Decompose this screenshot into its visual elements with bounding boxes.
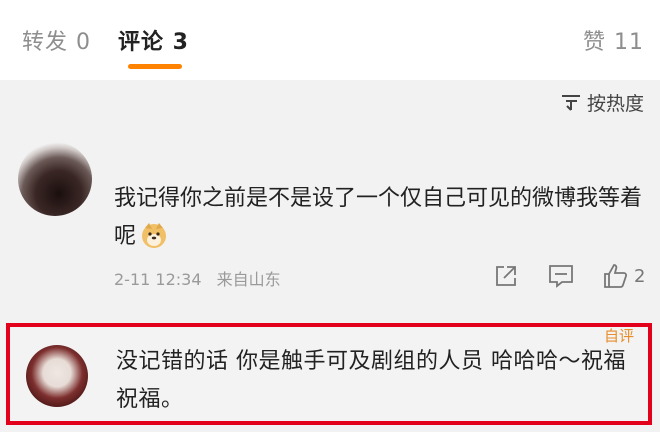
avatar[interactable]: [26, 345, 88, 407]
comment-tab-bar: 转发 0 评论 3 赞 11: [0, 0, 660, 80]
tab-comment[interactable]: 评论 3: [118, 24, 189, 56]
comment-meta: 2-11 12:34 来自山东: [114, 266, 281, 290]
comment-text: 没记错的话 你是触手可及剧组的人员 哈哈哈～祝福祝福。: [116, 349, 626, 412]
share-button[interactable]: [494, 262, 518, 290]
thumbs-up-icon: [604, 264, 628, 288]
comment-time: 2-11 12:34: [114, 270, 202, 289]
sort-label: 按热度: [586, 92, 644, 115]
sort-by-hot-button[interactable]: 按热度: [561, 88, 644, 116]
comment-text: 我记得你之前是不是设了一个仅自己可见的微博我等着呢: [114, 186, 643, 249]
tab-like[interactable]: 赞 11: [583, 24, 644, 56]
active-tab-indicator: [128, 64, 182, 69]
like-count: 2: [634, 265, 646, 287]
like-button[interactable]: 2: [602, 262, 645, 290]
reply-button[interactable]: [548, 262, 574, 290]
doge-emoji-icon: [142, 223, 167, 248]
sort-icon: [561, 95, 580, 111]
tab-repost[interactable]: 转发 0: [22, 24, 91, 56]
avatar[interactable]: [18, 142, 92, 216]
comment-icon: [549, 265, 573, 288]
share-icon: [496, 266, 516, 286]
highlighted-comment: 自评 没记错的话 你是触手可及剧组的人员 哈哈哈～祝福祝福。: [6, 323, 652, 425]
comment-location: 来自山东: [216, 270, 281, 289]
